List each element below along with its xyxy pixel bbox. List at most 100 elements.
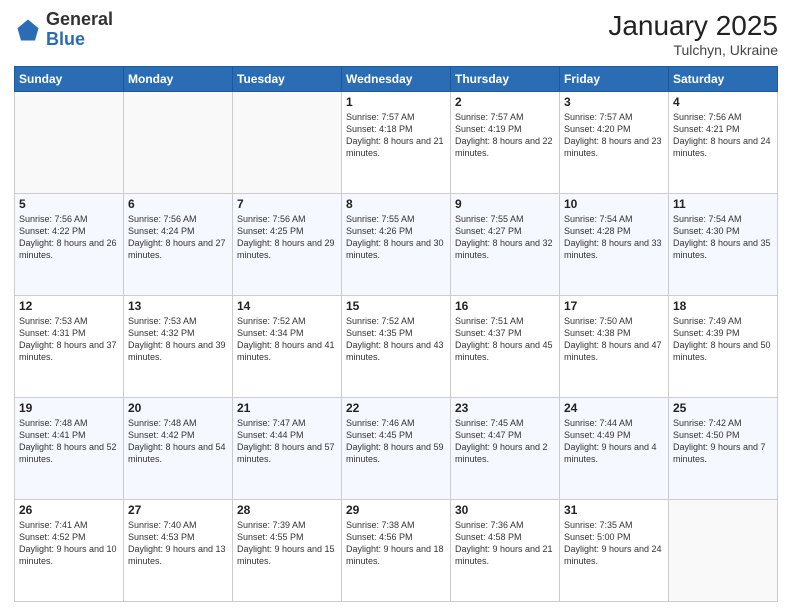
day-content: Sunrise: 7:56 AM Sunset: 4:22 PM Dayligh… bbox=[19, 213, 119, 262]
calendar-cell: 9 Sunrise: 7:55 AM Sunset: 4:27 PM Daylig… bbox=[451, 194, 560, 296]
title-block: January 2025 Tulchyn, Ukraine bbox=[608, 10, 778, 58]
day-content: Sunrise: 7:54 AM Sunset: 4:30 PM Dayligh… bbox=[673, 213, 773, 262]
day-number: 11 bbox=[673, 197, 773, 211]
calendar-week-row: 1Sunrise: 7:57 AM Sunset: 4:18 PM Daylig… bbox=[15, 92, 778, 194]
day-number: 22 bbox=[346, 401, 446, 415]
calendar-cell: 22 Sunrise: 7:46 AM Sunset: 4:45 PM Dayli… bbox=[342, 398, 451, 500]
calendar-cell: 21 Sunrise: 7:47 AM Sunset: 4:44 PM Dayli… bbox=[233, 398, 342, 500]
logo: General Blue bbox=[14, 10, 113, 50]
day-number: 23 bbox=[455, 401, 555, 415]
day-content: Sunrise: 7:49 AM Sunset: 4:39 PM Dayligh… bbox=[673, 315, 773, 364]
day-number: 13 bbox=[128, 299, 228, 313]
day-content: Sunrise: 7:39 AM Sunset: 4:55 PM Dayligh… bbox=[237, 519, 337, 568]
calendar-cell: 26 Sunrise: 7:41 AM Sunset: 4:52 PM Dayli… bbox=[15, 500, 124, 602]
day-content: Sunrise: 7:47 AM Sunset: 4:44 PM Dayligh… bbox=[237, 417, 337, 466]
calendar-day-header: Sunday bbox=[15, 67, 124, 92]
day-number: 28 bbox=[237, 503, 337, 517]
calendar-cell: 16Sunrise: 7:51 AM Sunset: 4:37 PM Dayli… bbox=[451, 296, 560, 398]
day-content: Sunrise: 7:42 AM Sunset: 4:50 PM Dayligh… bbox=[673, 417, 773, 466]
day-number: 1 bbox=[346, 95, 446, 109]
day-content: Sunrise: 7:48 AM Sunset: 4:42 PM Dayligh… bbox=[128, 417, 228, 466]
calendar-cell bbox=[233, 92, 342, 194]
day-content: Sunrise: 7:44 AM Sunset: 4:49 PM Dayligh… bbox=[564, 417, 664, 466]
day-content: Sunrise: 7:55 AM Sunset: 4:26 PM Dayligh… bbox=[346, 213, 446, 262]
calendar-cell: 11 Sunrise: 7:54 AM Sunset: 4:30 PM Dayli… bbox=[669, 194, 778, 296]
day-number: 25 bbox=[673, 401, 773, 415]
calendar-cell: 2 Sunrise: 7:57 AM Sunset: 4:19 PM Daylig… bbox=[451, 92, 560, 194]
day-number: 31 bbox=[564, 503, 664, 517]
day-number: 5 bbox=[19, 197, 119, 211]
day-content: Sunrise: 7:41 AM Sunset: 4:52 PM Dayligh… bbox=[19, 519, 119, 568]
calendar-cell: 15Sunrise: 7:52 AM Sunset: 4:35 PM Dayli… bbox=[342, 296, 451, 398]
header: General Blue January 2025 Tulchyn, Ukrai… bbox=[14, 10, 778, 58]
day-content: Sunrise: 7:38 AM Sunset: 4:56 PM Dayligh… bbox=[346, 519, 446, 568]
calendar-day-header: Wednesday bbox=[342, 67, 451, 92]
calendar: SundayMondayTuesdayWednesdayThursdayFrid… bbox=[14, 66, 778, 602]
calendar-cell bbox=[669, 500, 778, 602]
day-content: Sunrise: 7:48 AM Sunset: 4:41 PM Dayligh… bbox=[19, 417, 119, 466]
calendar-cell: 25 Sunrise: 7:42 AM Sunset: 4:50 PM Dayli… bbox=[669, 398, 778, 500]
day-content: Sunrise: 7:57 AM Sunset: 4:19 PM Dayligh… bbox=[455, 111, 555, 160]
calendar-cell bbox=[124, 92, 233, 194]
day-number: 15 bbox=[346, 299, 446, 313]
day-number: 30 bbox=[455, 503, 555, 517]
day-content: Sunrise: 7:56 AM Sunset: 4:25 PM Dayligh… bbox=[237, 213, 337, 262]
logo-icon bbox=[14, 16, 42, 44]
calendar-cell: 23 Sunrise: 7:45 AM Sunset: 4:47 PM Dayli… bbox=[451, 398, 560, 500]
day-number: 3 bbox=[564, 95, 664, 109]
calendar-cell: 12 Sunrise: 7:53 AM Sunset: 4:31 PM Dayli… bbox=[15, 296, 124, 398]
day-number: 19 bbox=[19, 401, 119, 415]
day-content: Sunrise: 7:53 AM Sunset: 4:31 PM Dayligh… bbox=[19, 315, 119, 364]
calendar-header-row: SundayMondayTuesdayWednesdayThursdayFrid… bbox=[15, 67, 778, 92]
month-year: January 2025 bbox=[608, 10, 778, 42]
day-number: 7 bbox=[237, 197, 337, 211]
day-number: 12 bbox=[19, 299, 119, 313]
calendar-week-row: 19 Sunrise: 7:48 AM Sunset: 4:41 PM Dayli… bbox=[15, 398, 778, 500]
day-number: 8 bbox=[346, 197, 446, 211]
day-content: Sunrise: 7:40 AM Sunset: 4:53 PM Dayligh… bbox=[128, 519, 228, 568]
logo-general-text: General bbox=[46, 9, 113, 29]
day-content: Sunrise: 7:55 AM Sunset: 4:27 PM Dayligh… bbox=[455, 213, 555, 262]
day-content: Sunrise: 7:57 AM Sunset: 4:20 PM Dayligh… bbox=[564, 111, 664, 160]
day-number: 29 bbox=[346, 503, 446, 517]
calendar-cell: 31Sunrise: 7:35 AM Sunset: 5:00 PM Dayli… bbox=[560, 500, 669, 602]
day-number: 14 bbox=[237, 299, 337, 313]
day-number: 20 bbox=[128, 401, 228, 415]
page: General Blue January 2025 Tulchyn, Ukrai… bbox=[0, 0, 792, 612]
calendar-cell: 17 Sunrise: 7:50 AM Sunset: 4:38 PM Dayli… bbox=[560, 296, 669, 398]
day-number: 10 bbox=[564, 197, 664, 211]
day-number: 26 bbox=[19, 503, 119, 517]
calendar-cell: 24Sunrise: 7:44 AM Sunset: 4:49 PM Dayli… bbox=[560, 398, 669, 500]
day-content: Sunrise: 7:46 AM Sunset: 4:45 PM Dayligh… bbox=[346, 417, 446, 466]
location: Tulchyn, Ukraine bbox=[608, 42, 778, 58]
calendar-week-row: 12 Sunrise: 7:53 AM Sunset: 4:31 PM Dayli… bbox=[15, 296, 778, 398]
calendar-cell: 4 Sunrise: 7:56 AM Sunset: 4:21 PM Daylig… bbox=[669, 92, 778, 194]
calendar-day-header: Friday bbox=[560, 67, 669, 92]
day-number: 6 bbox=[128, 197, 228, 211]
day-number: 18 bbox=[673, 299, 773, 313]
calendar-day-header: Tuesday bbox=[233, 67, 342, 92]
day-content: Sunrise: 7:45 AM Sunset: 4:47 PM Dayligh… bbox=[455, 417, 555, 466]
calendar-week-row: 5 Sunrise: 7:56 AM Sunset: 4:22 PM Daylig… bbox=[15, 194, 778, 296]
day-number: 17 bbox=[564, 299, 664, 313]
calendar-cell: 3 Sunrise: 7:57 AM Sunset: 4:20 PM Daylig… bbox=[560, 92, 669, 194]
day-number: 9 bbox=[455, 197, 555, 211]
day-content: Sunrise: 7:50 AM Sunset: 4:38 PM Dayligh… bbox=[564, 315, 664, 364]
calendar-cell bbox=[15, 92, 124, 194]
day-content: Sunrise: 7:54 AM Sunset: 4:28 PM Dayligh… bbox=[564, 213, 664, 262]
calendar-cell: 8 Sunrise: 7:55 AM Sunset: 4:26 PM Daylig… bbox=[342, 194, 451, 296]
calendar-day-header: Monday bbox=[124, 67, 233, 92]
calendar-cell: 30Sunrise: 7:36 AM Sunset: 4:58 PM Dayli… bbox=[451, 500, 560, 602]
day-content: Sunrise: 7:53 AM Sunset: 4:32 PM Dayligh… bbox=[128, 315, 228, 364]
calendar-cell: 5 Sunrise: 7:56 AM Sunset: 4:22 PM Daylig… bbox=[15, 194, 124, 296]
logo-blue-text: Blue bbox=[46, 29, 85, 49]
day-content: Sunrise: 7:56 AM Sunset: 4:21 PM Dayligh… bbox=[673, 111, 773, 160]
day-number: 2 bbox=[455, 95, 555, 109]
day-number: 4 bbox=[673, 95, 773, 109]
calendar-cell: 7 Sunrise: 7:56 AM Sunset: 4:25 PM Daylig… bbox=[233, 194, 342, 296]
calendar-cell: 19 Sunrise: 7:48 AM Sunset: 4:41 PM Dayli… bbox=[15, 398, 124, 500]
calendar-day-header: Thursday bbox=[451, 67, 560, 92]
calendar-cell: 28 Sunrise: 7:39 AM Sunset: 4:55 PM Dayli… bbox=[233, 500, 342, 602]
day-number: 21 bbox=[237, 401, 337, 415]
calendar-cell: 20 Sunrise: 7:48 AM Sunset: 4:42 PM Dayli… bbox=[124, 398, 233, 500]
